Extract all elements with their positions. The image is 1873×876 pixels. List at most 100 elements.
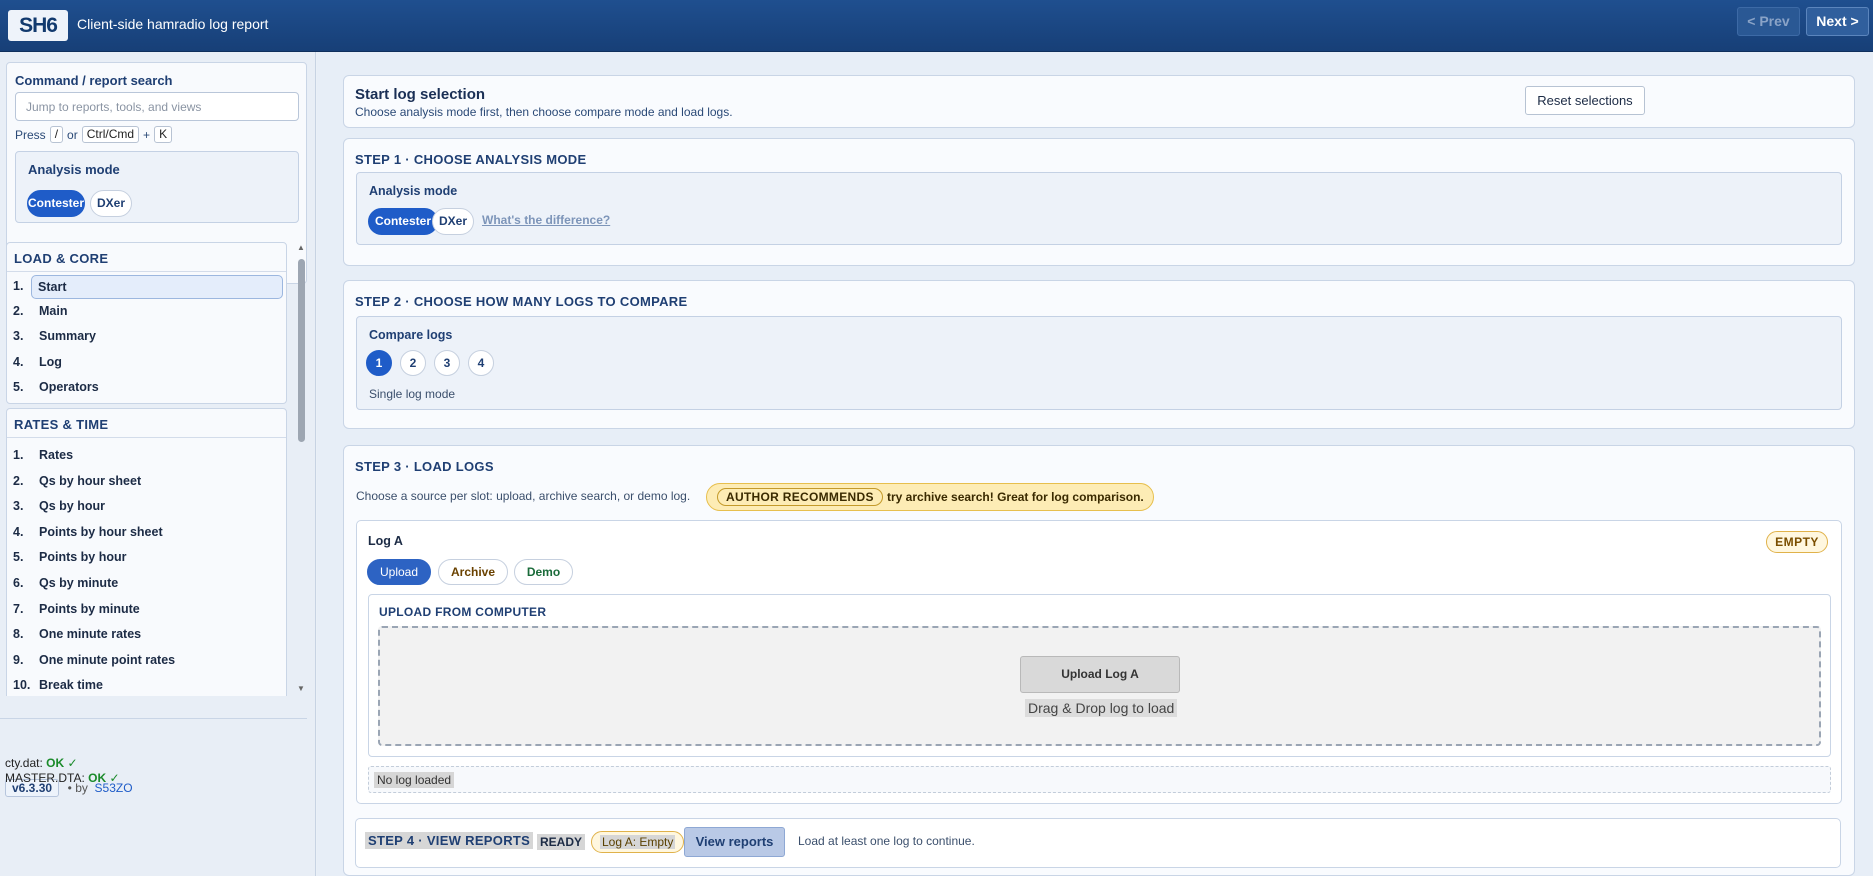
nav-item-number: 9. xyxy=(13,653,24,667)
top-bar: SH6 Client-side hamradio log report < Pr… xyxy=(0,0,1873,52)
nav-item-number: 3. xyxy=(13,329,24,343)
hint-plus: + xyxy=(143,127,151,142)
nav-item-number: 1. xyxy=(13,448,24,462)
compare-logs-title: Compare logs xyxy=(369,328,453,342)
upload-panel: UPLOAD FROM COMPUTER Upload Log A Drag &… xyxy=(368,594,1831,757)
step2-card: STEP 2 · CHOOSE HOW MANY LOGS TO COMPARE… xyxy=(343,280,1855,429)
nav-item-label: Qs by minute xyxy=(39,576,119,590)
source-upload-button[interactable]: Upload xyxy=(367,559,431,585)
log-slot-a: Log A EMPTY Upload Archive Demo UPLOAD F… xyxy=(356,520,1842,804)
no-log-text: No log loaded xyxy=(374,772,455,788)
hint-or: or xyxy=(67,127,78,142)
analysis-mode-title: Analysis mode xyxy=(369,184,458,198)
recommends-text: try archive search! Great for log compar… xyxy=(887,490,1144,504)
kbd-slash: / xyxy=(49,126,64,143)
upload-title: UPLOAD FROM COMPUTER xyxy=(379,605,547,619)
nav-item-label: Log xyxy=(39,355,62,369)
compare-3-button[interactable]: 3 xyxy=(434,350,460,376)
nav-group-title: LOAD & CORE xyxy=(14,251,109,266)
scroll-thumb[interactable] xyxy=(298,259,305,442)
sidebar-mode-dxer[interactable]: DXer xyxy=(90,190,132,217)
nav-item-label: Start xyxy=(31,275,283,299)
cty-status: cty.dat: OK ✓ xyxy=(5,756,78,770)
analysis-mode-title: Analysis mode xyxy=(28,162,120,177)
nav-item-one-minute-rates[interactable]: 8. One minute rates xyxy=(11,623,283,647)
nav-group-title: RATES & TIME xyxy=(14,417,109,432)
step3-description: Choose a source per slot: upload, archiv… xyxy=(356,489,691,503)
shortcut-hint: Press / or Ctrl/Cmd + K xyxy=(15,126,173,143)
master-label: MASTER.DTA: xyxy=(5,771,85,785)
nav-item-label: Operators xyxy=(39,380,99,394)
nav-item-summary[interactable]: 3. Summary xyxy=(11,325,283,349)
nav-item-points-by-hour-sheet[interactable]: 4. Points by hour sheet xyxy=(11,521,283,545)
command-search-input[interactable] xyxy=(15,92,299,121)
nav-item-qs-by-hour-sheet[interactable]: 2. Qs by hour sheet xyxy=(11,470,283,494)
compare-1-button[interactable]: 1 xyxy=(366,350,392,376)
source-archive-button[interactable]: Archive xyxy=(438,559,508,585)
nav-item-number: 5. xyxy=(13,550,24,564)
divider xyxy=(7,437,286,438)
nav-item-qs-by-hour[interactable]: 3. Qs by hour xyxy=(11,495,283,519)
compare-logs-box: Compare logs 1 2 3 4 Single log mode xyxy=(356,316,1842,410)
nav-item-number: 7. xyxy=(13,602,24,616)
nav-item-label: Rates xyxy=(39,448,74,462)
next-button[interactable]: Next > xyxy=(1806,7,1869,36)
page-title: Start log selection xyxy=(355,86,486,103)
recommends-tag: AUTHOR RECOMMENDS xyxy=(717,488,883,506)
report-nav[interactable]: LOAD & CORE 1. Start 2. Main 3. Summary … xyxy=(6,242,307,696)
step1-mode-box: Analysis mode Contester DXer What's the … xyxy=(356,172,1842,245)
step3-card: STEP 3 · LOAD LOGS Choose a source per s… xyxy=(343,445,1855,876)
nav-scrollbar[interactable]: ▲ ▼ xyxy=(295,242,307,696)
difference-link[interactable]: What's the difference? xyxy=(482,213,610,227)
nav-item-label: Points by hour sheet xyxy=(39,525,163,539)
log-status-row: No log loaded xyxy=(368,766,1831,793)
nav-item-rates[interactable]: 1. Rates xyxy=(11,444,283,468)
drop-text: Drag & Drop log to load xyxy=(1025,699,1178,717)
nav-item-one-minute-point-rates[interactable]: 9. One minute point rates xyxy=(11,649,283,673)
reset-selections-button[interactable]: Reset selections xyxy=(1525,86,1645,115)
kbd-ctrl-cmd: Ctrl/Cmd xyxy=(81,126,140,143)
nav-item-main[interactable]: 2. Main xyxy=(11,300,283,324)
compare-2-button[interactable]: 2 xyxy=(400,350,426,376)
nav-item-number: 4. xyxy=(13,525,24,539)
nav-item-label: Points by minute xyxy=(39,602,140,616)
nav-item-points-by-hour[interactable]: 5. Points by hour xyxy=(11,546,283,570)
hint-press: Press xyxy=(15,127,46,142)
nav-item-points-by-minute[interactable]: 7. Points by minute xyxy=(11,598,283,622)
mode-dxer-button[interactable]: DXer xyxy=(432,208,474,235)
cty-ok: OK xyxy=(46,756,65,770)
nav-item-number: 8. xyxy=(13,627,24,641)
prev-button[interactable]: < Prev xyxy=(1737,7,1800,36)
mode-contester-button[interactable]: Contester xyxy=(368,208,438,235)
scroll-up-icon[interactable]: ▲ xyxy=(297,243,305,252)
nav-group-rates-time: RATES & TIME 1. Rates 2. Qs by hour shee… xyxy=(6,408,287,696)
compare-mode-text: Single log mode xyxy=(369,387,456,401)
nav-item-operators[interactable]: 5. Operators xyxy=(11,376,283,400)
nav-item-break-time[interactable]: 10. Break time xyxy=(11,674,283,696)
view-reports-button[interactable]: View reports xyxy=(684,827,785,857)
sidebar: Command / report search Press / or Ctrl/… xyxy=(0,52,316,876)
step3-title: STEP 3 · LOAD LOGS xyxy=(355,459,494,474)
page-subtitle: Choose analysis mode first, then choose … xyxy=(355,105,733,119)
nav-item-start[interactable]: 1. Start xyxy=(11,275,283,299)
step4-title: STEP 4 · VIEW REPORTS xyxy=(365,832,534,849)
step1-title: STEP 1 · CHOOSE ANALYSIS MODE xyxy=(355,152,587,167)
master-status: MASTER.DTA: OK ✓ xyxy=(5,771,120,785)
nav-item-number: 2. xyxy=(13,474,24,488)
upload-log-a-button[interactable]: Upload Log A xyxy=(1020,656,1180,693)
log-slot-title: Log A xyxy=(368,534,403,548)
scroll-down-icon[interactable]: ▼ xyxy=(297,684,305,693)
nav-item-label: Summary xyxy=(39,329,96,343)
source-demo-button[interactable]: Demo xyxy=(514,559,573,585)
nav-item-qs-by-minute[interactable]: 6. Qs by minute xyxy=(11,572,283,596)
sidebar-mode-contester[interactable]: Contester xyxy=(27,190,85,217)
step1-card: STEP 1 · CHOOSE ANALYSIS MODE Analysis m… xyxy=(343,138,1855,266)
step4-bar: STEP 4 · VIEW REPORTS READY Log A: Empty… xyxy=(355,818,1841,868)
app-title: Client-side hamradio log report xyxy=(77,16,269,32)
nav-item-number: 1. xyxy=(13,279,24,293)
search-label: Command / report search xyxy=(15,73,173,88)
nav-item-log[interactable]: 4. Log xyxy=(11,351,283,375)
compare-4-button[interactable]: 4 xyxy=(468,350,494,376)
nav-item-number: 2. xyxy=(13,304,24,318)
drop-zone[interactable]: Upload Log A Drag & Drop log to load xyxy=(378,626,1821,746)
